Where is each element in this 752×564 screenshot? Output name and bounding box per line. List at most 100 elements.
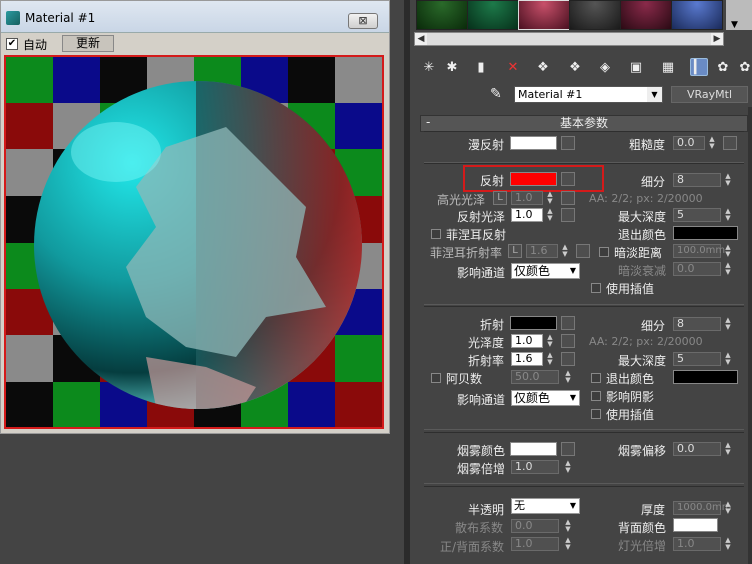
reflect-exit-color-swatch[interactable] [673,226,738,240]
dim-distance-input[interactable]: 100.0mm [673,244,725,258]
refract-interp-checkbox[interactable] [591,409,601,419]
refract-exit-checkbox[interactable] [591,373,601,383]
hilight-gloss-spinner[interactable]: ▲ ▼ [545,191,555,205]
sample-slot-2[interactable] [467,0,519,30]
auto-checkbox[interactable]: ✔ [6,38,18,50]
reflect-interp-checkbox[interactable] [591,283,601,293]
dim-falloff-spinner[interactable]: ▲ ▼ [723,262,733,276]
fresnel-ior-lock-button[interactable]: L [508,244,522,258]
dim-distance-spinner[interactable]: ▲ ▼ [723,244,733,258]
basic-params-rollout-header[interactable]: 基本参数 [420,115,748,132]
auto-label: 自动 [23,38,48,52]
refl-gloss-input[interactable]: 1.0 [511,208,543,222]
front-back-spinner[interactable]: ▲ ▼ [563,537,573,551]
title-bar[interactable]: Material #1 ⊠ [1,1,389,33]
fog-bias-input[interactable]: 0.0 [673,442,721,456]
fresnel-ior-input[interactable]: 1.6 [526,244,558,258]
sample-slot-scrollbar[interactable] [414,32,724,46]
material-name-field[interactable]: Material #1 [514,86,663,103]
material-type-button[interactable]: VRayMtl [671,86,748,103]
fresnel-checkbox[interactable] [431,229,441,239]
sample-slot-3[interactable] [518,0,570,30]
reflect-subdivs-spinner[interactable]: ▲ ▼ [723,173,733,187]
hilight-lock-button[interactable]: L [493,191,507,205]
front-back-input[interactable]: 1.0 [511,537,559,551]
refract-gloss-spinner[interactable]: ▲ ▼ [545,334,555,348]
roughness-spinner[interactable]: ▲ ▼ [707,136,717,150]
dim-distance-checkbox[interactable] [599,247,609,257]
reflect-max-depth-spinner[interactable]: ▲ ▼ [723,208,733,222]
back-color-swatch[interactable] [673,518,718,532]
make-copy-icon[interactable]: ❖ [534,58,552,76]
chevron-down-icon[interactable]: ▼ [731,20,738,30]
scroll-right-icon[interactable]: ▶ [711,33,723,45]
chevron-down-icon[interactable]: ▼ [567,264,579,278]
material-name-dropdown-arrow[interactable]: ▼ [647,87,662,102]
fog-color-swatch[interactable] [510,442,557,456]
go-forward-sibling-icon[interactable]: ✿ [736,58,752,76]
ior-spinner[interactable]: ▲ ▼ [545,352,555,366]
sample-slot-side[interactable] [726,0,752,30]
reflect-subdivs-input[interactable]: 8 [673,173,721,187]
make-unique-icon[interactable]: ❖ [566,58,584,76]
ior-map-button[interactable] [561,352,575,366]
abbe-spinner[interactable]: ▲ ▼ [563,370,573,384]
hilight-map-button[interactable] [561,191,575,205]
chevron-down-icon[interactable]: ▼ [567,391,579,405]
material-id-icon[interactable]: ▣ [627,58,645,76]
affect-shadows-checkbox[interactable] [591,391,601,401]
reset-icon[interactable]: ✕ [504,58,522,76]
put-to-scene-icon[interactable]: ✱ [443,58,461,76]
sample-slot-6[interactable] [671,0,723,30]
go-to-parent-icon[interactable]: ✿ [714,58,732,76]
get-material-icon[interactable]: ✳ [420,58,438,76]
put-to-library-icon[interactable]: ◈ [596,58,614,76]
refract-exit-color-swatch[interactable] [673,370,738,384]
rollout-collapse-toggle[interactable]: - [426,115,430,129]
scatter-input[interactable]: 0.0 [511,519,559,533]
fog-mult-input[interactable]: 1.0 [511,460,559,474]
roughness-map-button[interactable] [723,136,737,150]
dim-falloff-input[interactable]: 0.0 [673,262,721,276]
refract-max-depth-spinner[interactable]: ▲ ▼ [723,352,733,366]
refl-gloss-spinner[interactable]: ▲ ▼ [545,208,555,222]
ior-input[interactable]: 1.6 [511,352,543,366]
thickness-input[interactable]: 1000.0mm [673,501,731,515]
thickness-spinner[interactable]: ▲ ▼ [723,501,733,515]
fog-color-map-button[interactable] [561,442,575,456]
refract-color-swatch[interactable] [510,316,557,330]
light-mult-input[interactable]: 1.0 [673,537,721,551]
refract-gloss-map-button[interactable] [561,334,575,348]
update-button[interactable]: 更新 [62,35,114,52]
scatter-spinner[interactable]: ▲ ▼ [563,519,573,533]
refl-gloss-map-button[interactable] [561,208,575,222]
refract-subdivs-input[interactable]: 8 [673,317,721,331]
panel-scrollbar[interactable] [748,107,752,564]
scroll-left-icon[interactable]: ◀ [415,33,427,45]
show-map-icon[interactable]: ▦ [659,58,677,76]
refract-map-button[interactable] [561,316,575,330]
assign-material-icon[interactable]: ▮ [472,58,490,76]
eyedropper-icon[interactable]: ✎ [490,86,502,102]
roughness-input[interactable]: 0.0 [673,136,705,150]
reflect-max-depth-input[interactable]: 5 [673,208,721,222]
fresnel-ior-spinner[interactable]: ▲ ▼ [560,244,570,258]
sample-slot-5[interactable] [620,0,672,30]
abbe-checkbox[interactable] [431,373,441,383]
refract-max-depth-input[interactable]: 5 [673,352,721,366]
light-mult-spinner[interactable]: ▲ ▼ [723,537,733,551]
diffuse-map-button[interactable] [561,136,575,150]
diffuse-color-swatch[interactable] [510,136,557,150]
show-background-icon[interactable]: ▎ [690,58,708,76]
sample-slot-1[interactable] [416,0,468,30]
refract-gloss-input[interactable]: 1.0 [511,334,543,348]
hilight-gloss-input[interactable]: 1.0 [511,191,543,205]
fresnel-ior-map-button[interactable] [576,244,590,258]
sample-slot-4[interactable] [569,0,621,30]
abbe-input[interactable]: 50.0 [511,370,559,384]
fog-mult-spinner[interactable]: ▲ ▼ [563,460,573,474]
chevron-down-icon[interactable]: ▼ [567,499,579,513]
fog-bias-spinner[interactable]: ▲ ▼ [723,442,733,456]
close-button[interactable]: ⊠ [348,13,378,29]
refract-subdivs-spinner[interactable]: ▲ ▼ [723,317,733,331]
